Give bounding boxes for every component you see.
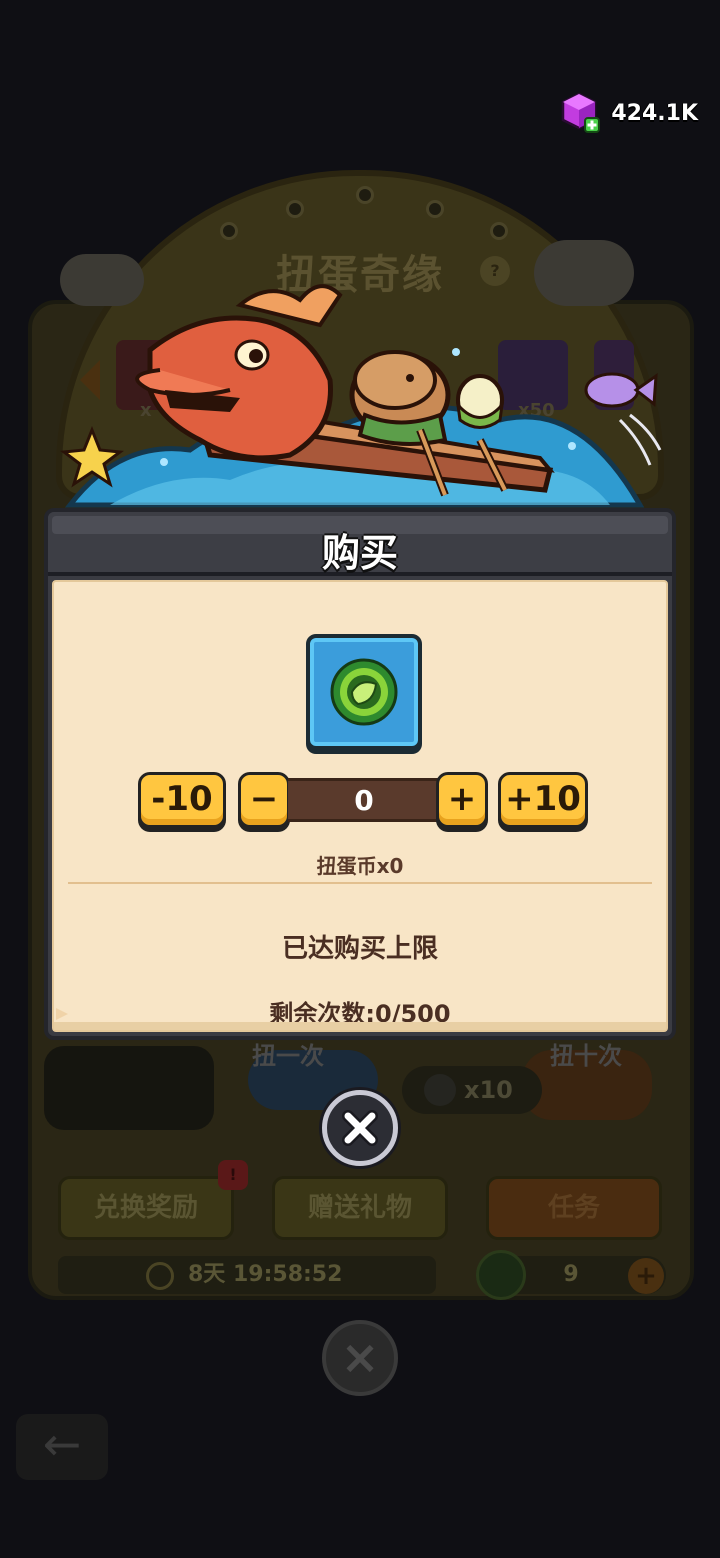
dialog-header: 购买	[48, 512, 672, 576]
coin-amount-label: 扭蛋币x0	[316, 854, 404, 878]
tasks-button[interactable]: 任务	[486, 1176, 662, 1240]
minus-button[interactable]: −	[238, 772, 290, 828]
arch-bolt	[220, 222, 238, 240]
arch-bolt	[426, 200, 444, 218]
exchange-rewards-button[interactable]: 兑换奖励	[58, 1176, 234, 1240]
minus-ten-button[interactable]: -10	[138, 772, 226, 828]
item-tile	[306, 634, 422, 750]
close-button[interactable]	[322, 1090, 398, 1166]
arch-bolt	[490, 222, 508, 240]
quantity-value[interactable]: 0	[288, 778, 440, 822]
dragon-boat-illustration	[60, 284, 662, 508]
dialog-body: -10 − 0 + +10 扭蛋币x0 已达购买上限 剩余次数:0/500	[52, 580, 668, 1032]
plus-button[interactable]: +	[436, 772, 488, 828]
purchase-limit-message: 已达购买上限	[281, 934, 438, 964]
pull-once-label: 扭一次	[252, 1042, 324, 1070]
bg-close-icon: ×	[322, 1320, 398, 1396]
coin-icon	[424, 1074, 456, 1106]
gacha-coin-icon	[476, 1250, 526, 1300]
close-icon	[342, 1110, 378, 1146]
alert-badge: !	[218, 1160, 248, 1190]
back-arrow-icon[interactable]: ←	[16, 1414, 108, 1480]
arch-bolt	[286, 200, 304, 218]
bg-left-pad	[44, 1046, 214, 1130]
gem-counter[interactable]: 424.1K	[561, 92, 698, 134]
gem-value: 424.1K	[611, 100, 698, 126]
purple-gem-plus-icon[interactable]	[561, 92, 601, 134]
clock-icon	[146, 1262, 174, 1290]
quantity-stepper: -10 − 0 + +10	[138, 772, 590, 832]
send-gift-button[interactable]: 赠送礼物	[272, 1176, 448, 1240]
divider	[68, 882, 652, 884]
add-coin-icon[interactable]: +	[628, 1258, 664, 1294]
purchase-dialog: 购买 -10 − 0 + +10 扭蛋币x0 已达购买上限 剩余次数:0/500	[44, 508, 676, 1040]
plus-ten-button[interactable]: +10	[498, 772, 588, 828]
corner-decoration	[56, 1008, 68, 1020]
dialog-title: 购买	[321, 531, 398, 575]
gacha-coin-icon	[330, 658, 398, 726]
pull-ten-label: 扭十次	[550, 1042, 622, 1070]
coin-cost: x10	[402, 1066, 542, 1114]
event-timer: 8天 19:58:52	[58, 1256, 436, 1294]
arch-bolt	[356, 186, 374, 204]
remaining-count: 剩余次数:0/500	[269, 1000, 451, 1028]
